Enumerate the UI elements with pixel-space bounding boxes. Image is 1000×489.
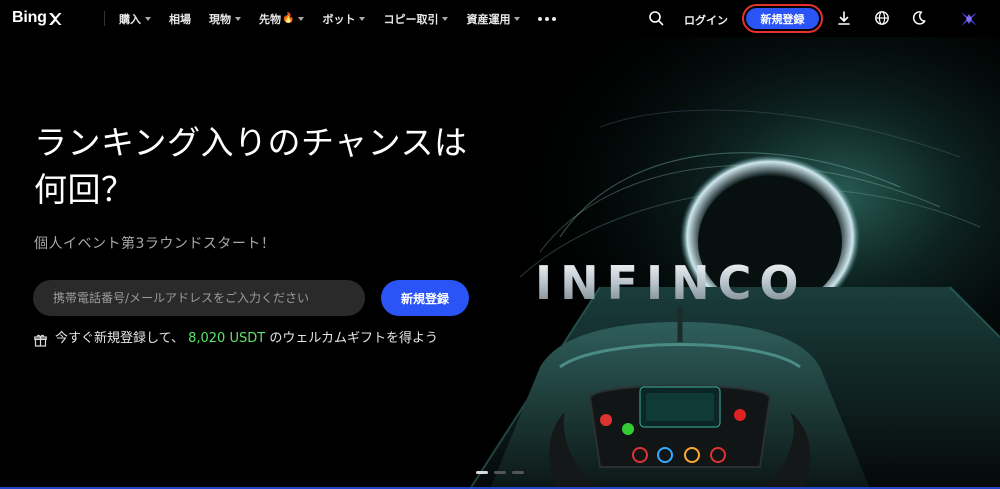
chevron-down-icon	[235, 16, 241, 21]
search-icon[interactable]	[648, 10, 664, 26]
main-nav: 購入 相場 現物 先物 🔥 ボット コピー取引 資産運用	[119, 0, 557, 37]
nav-item-markets[interactable]: 相場	[169, 11, 191, 27]
globe-icon[interactable]	[874, 10, 890, 26]
phone-email-input[interactable]	[33, 280, 365, 316]
chevron-down-icon	[442, 16, 449, 21]
signup-highlight: 新規登録	[742, 4, 823, 33]
moon-icon[interactable]	[911, 10, 927, 26]
carousel-dot-3[interactable]	[512, 471, 524, 474]
fire-icon: 🔥	[282, 13, 295, 24]
hero-headline: ランキング入りのチャンスは何回？	[34, 123, 468, 209]
nav-item-buy[interactable]: 購入	[119, 11, 151, 27]
nav-divider	[104, 11, 105, 26]
nav-item-label: 先物	[259, 12, 281, 26]
chevron-down-icon	[514, 16, 521, 21]
nav-item-label: 現物	[209, 12, 231, 26]
chevron-down-icon	[359, 16, 366, 21]
hero-signup-button[interactable]: 新規登録	[381, 280, 469, 316]
carousel-dot-1[interactable]	[476, 471, 488, 474]
gift-text-prefix: 今すぐ新規登録して、	[55, 331, 184, 346]
more-dots-icon[interactable]	[538, 16, 557, 21]
logo-wordmark: Bing	[12, 9, 47, 26]
nav-item-label: コピー取引	[383, 12, 439, 26]
chevron-down-icon	[145, 16, 151, 21]
avatar-icon[interactable]	[958, 8, 980, 30]
gift-icon	[34, 334, 47, 347]
hero-subheadline: 個人イベント第3ラウンドスタート！	[34, 236, 276, 252]
download-icon[interactable]	[836, 10, 852, 26]
nav-item-futures[interactable]: 先物 🔥	[259, 11, 305, 27]
nav-item-label: 相場	[169, 12, 191, 26]
hero-banner: INFINCO ランキング入りのチャンスは何回？ 個人イベント第3ラウンドスター…	[0, 37, 1000, 489]
carousel-dot-2[interactable]	[494, 471, 506, 474]
banner-wordmark: INFINCO	[535, 256, 807, 310]
login-link[interactable]: ログイン	[684, 12, 728, 28]
top-navigation-bar: Bing 購入 相場 現物 先物 🔥 ボット コピー取引 資産運用 ログイン 新…	[0, 0, 1000, 37]
nav-item-wealth[interactable]: 資産運用	[466, 11, 521, 27]
chevron-down-icon	[298, 16, 305, 21]
nav-item-spot[interactable]: 現物	[209, 11, 241, 27]
logo-x-icon	[48, 13, 62, 25]
nav-item-bots[interactable]: ボット	[322, 11, 366, 27]
bingx-logo[interactable]: Bing	[12, 9, 62, 27]
nav-item-label: 資産運用	[466, 12, 511, 26]
nav-item-copy-trading[interactable]: コピー取引	[383, 11, 449, 27]
carousel-indicators	[476, 471, 524, 474]
gift-amount: 8,020 USDT	[188, 331, 266, 346]
header-signup-button[interactable]: 新規登録	[746, 8, 819, 29]
nav-item-label: 購入	[119, 12, 141, 26]
nav-item-label: ボット	[322, 12, 356, 26]
gift-text-suffix: のウェルカムギフトを得よう	[269, 331, 438, 346]
race-car-banner-image: INFINCO	[0, 37, 1000, 489]
